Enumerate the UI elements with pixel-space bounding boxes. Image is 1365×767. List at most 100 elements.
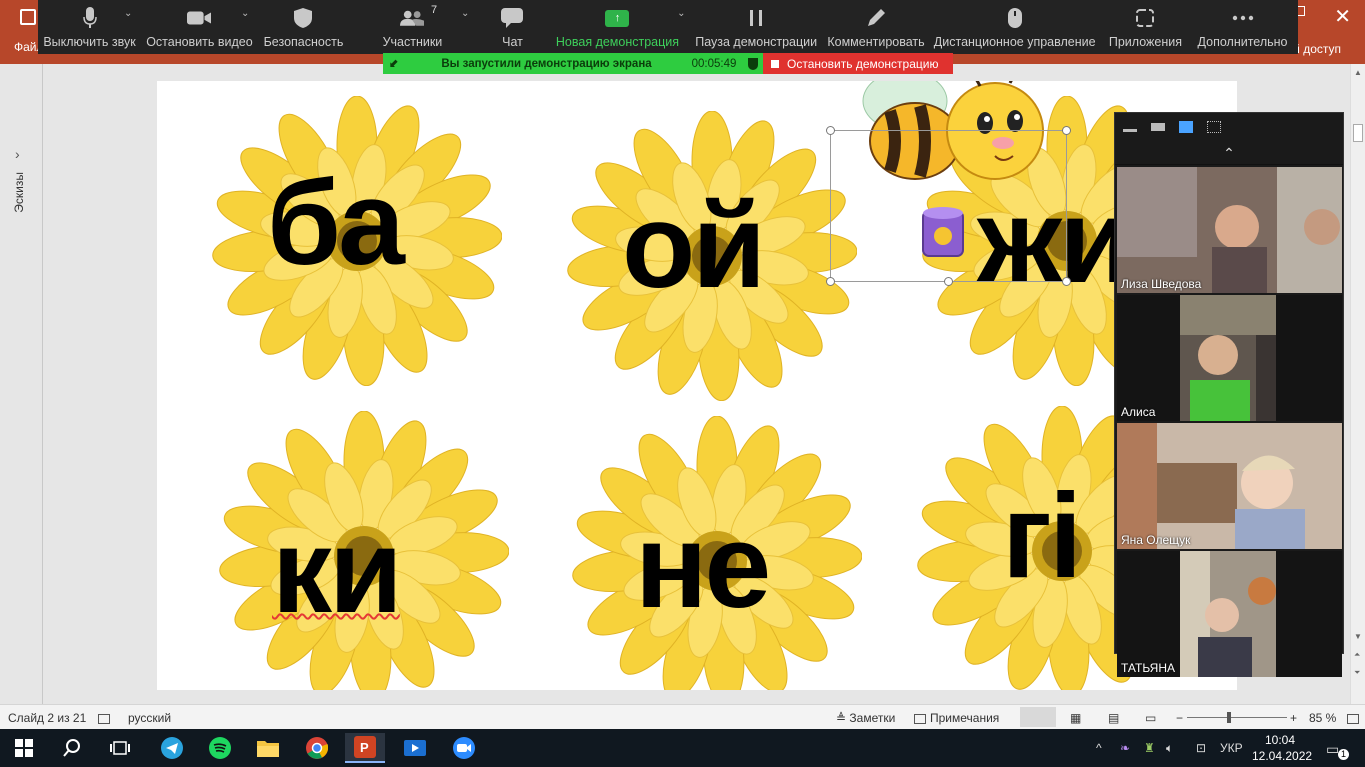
stop-video-button[interactable]: ⌄ Остановить видео xyxy=(141,0,258,54)
network-icon[interactable]: ⊡ xyxy=(1196,741,1206,755)
chevron-down-icon[interactable]: ⌄ xyxy=(124,8,132,19)
sharing-indicator[interactable]: ⬋ Вы запустили демонстрацию экрана 00:05… xyxy=(383,53,763,74)
new-share-label: Новая демонстрация xyxy=(555,35,680,49)
resize-handle[interactable] xyxy=(826,277,835,286)
svg-text:P: P xyxy=(360,740,369,755)
scroll-down-icon[interactable]: ▼ xyxy=(1354,632,1362,641)
chat-button[interactable]: Чат xyxy=(476,0,549,54)
chevron-down-icon[interactable]: ⌄ xyxy=(461,8,469,19)
input-language[interactable]: УКР xyxy=(1220,741,1243,755)
zoom-in-icon[interactable]: + xyxy=(1290,711,1297,725)
chat-label: Чат xyxy=(502,35,523,49)
video-camera-icon xyxy=(187,7,212,29)
security-label: Безопасность xyxy=(263,35,344,49)
syllable-text[interactable]: ки xyxy=(272,511,403,631)
language-indicator[interactable]: русский xyxy=(128,711,171,725)
scroll-up-icon[interactable]: ▲ xyxy=(1354,68,1362,77)
resize-handle[interactable] xyxy=(1062,277,1071,286)
participants-button[interactable]: 7 ⌄ Участники xyxy=(349,0,476,54)
zoom-taskbar-icon[interactable] xyxy=(444,733,484,763)
video-view-switcher xyxy=(1115,113,1343,141)
minimize-video-icon[interactable] xyxy=(1123,128,1137,132)
file-explorer-icon[interactable] xyxy=(248,733,288,763)
feather-app-icon[interactable]: ❧ xyxy=(1120,741,1130,755)
zoom-out-icon[interactable]: − xyxy=(1176,711,1183,725)
selection-box xyxy=(826,126,1071,286)
tray-app-icon[interactable]: ♜ xyxy=(1144,741,1155,755)
volume-icon[interactable]: 🔈︎ xyxy=(1166,741,1173,756)
slide-sorter-icon[interactable]: ▦ xyxy=(1070,711,1081,725)
spotify-icon[interactable] xyxy=(200,733,240,763)
participant-tile[interactable]: ТАТЬЯНА xyxy=(1117,551,1342,677)
reading-view-icon[interactable]: ▤ xyxy=(1108,711,1119,725)
expand-thumbnails-icon[interactable]: › xyxy=(15,146,20,162)
participants-count: 7 xyxy=(431,4,438,16)
stop-share-button[interactable]: Остановить демонстрацию xyxy=(763,53,953,74)
participants-icon xyxy=(400,7,425,29)
shield-icon xyxy=(748,57,758,70)
syllable-text[interactable]: гі xyxy=(1002,476,1082,596)
mute-label: Выключить звук xyxy=(43,35,136,49)
gallery-strip-icon[interactable] xyxy=(1179,121,1193,133)
annotate-button[interactable]: Комментировать xyxy=(826,0,925,54)
vertical-scrollbar[interactable]: ▲ ▼ ⏶ ⏷ xyxy=(1350,64,1365,704)
resize-handle[interactable] xyxy=(1062,126,1071,135)
resize-handle[interactable] xyxy=(826,126,835,135)
normal-view-button[interactable] xyxy=(1020,707,1056,727)
mute-button[interactable]: ⌄ Выключить звук xyxy=(38,0,141,54)
syllable-text[interactable]: не xyxy=(635,506,771,626)
notification-count: 1 xyxy=(1338,749,1349,760)
search-icon[interactable] xyxy=(52,733,92,763)
comments-button[interactable]: Примечания xyxy=(914,711,999,725)
participant-tile[interactable]: Яна Олещук xyxy=(1117,423,1342,549)
accessibility-icon[interactable] xyxy=(98,711,114,725)
slideshow-icon[interactable]: ▭ xyxy=(1145,711,1156,725)
participants-label: Участники xyxy=(382,35,443,49)
gallery-grid-icon[interactable] xyxy=(1207,121,1221,133)
syllable-text[interactable]: ой xyxy=(622,186,766,306)
syllable-text[interactable]: ба xyxy=(267,163,405,283)
participant-tile[interactable]: Алиса xyxy=(1117,295,1342,421)
chevron-down-icon[interactable]: ⌄ xyxy=(677,8,685,19)
scroll-thumb[interactable] xyxy=(1353,124,1363,142)
save-icon[interactable] xyxy=(20,9,36,25)
fit-to-window-icon[interactable] xyxy=(1347,711,1363,725)
chevron-down-icon[interactable]: ⌄ xyxy=(241,8,249,19)
resize-handle[interactable] xyxy=(944,277,953,286)
participant-tile[interactable]: Лиза Шведова xyxy=(1117,167,1342,293)
scroll-up-chevron-icon[interactable]: ⌃ xyxy=(1115,141,1343,165)
video-panel: ⌃ Лиза Шведова Алиса Яна Олещук ТАТЬЯНА xyxy=(1114,112,1344,677)
close-window-icon[interactable]: ✕ xyxy=(1334,4,1351,29)
microphone-icon xyxy=(78,7,102,29)
apps-button[interactable]: Приложения xyxy=(1104,0,1187,54)
zoom-level[interactable]: 85 % xyxy=(1309,711,1336,725)
slide-canvas[interactable]: ба ой жи ки не гі xyxy=(157,81,1237,690)
participant-video xyxy=(1117,167,1342,293)
thumbnails-label[interactable]: Эскизы xyxy=(12,172,26,213)
chrome-icon[interactable] xyxy=(297,733,337,763)
active-speaker-icon[interactable] xyxy=(1151,123,1165,131)
powerpoint-status-bar: Слайд 2 из 21 русский ≜ Заметки Примечан… xyxy=(0,704,1365,729)
tray-expand-icon[interactable]: ^ xyxy=(1096,741,1102,755)
powerpoint-taskbar-icon[interactable]: P xyxy=(345,733,385,763)
pencil-icon xyxy=(864,7,888,29)
new-share-button[interactable]: ↑ ⌄ Новая демонстрация xyxy=(549,0,686,54)
thumbnails-pane: › Эскизы xyxy=(0,64,43,704)
comment-icon xyxy=(914,713,926,724)
clock[interactable]: 10:04 12.04.2022 xyxy=(1252,732,1312,764)
telegram-icon[interactable] xyxy=(152,733,192,763)
notes-button[interactable]: ≜ Заметки xyxy=(836,711,895,725)
remote-control-button[interactable]: Дистанционное управление xyxy=(926,0,1104,54)
next-slide-icon[interactable]: ⏷ xyxy=(1354,668,1360,678)
more-button[interactable]: Дополнительно xyxy=(1187,0,1298,54)
share-button[interactable]: й доступ xyxy=(1293,42,1341,56)
prev-slide-icon[interactable]: ⏶ xyxy=(1354,650,1360,660)
windows-start-icon[interactable] xyxy=(4,733,44,763)
clock-time: 10:04 xyxy=(1264,733,1296,747)
task-view-icon[interactable] xyxy=(100,733,140,763)
zoom-slider-knob[interactable] xyxy=(1227,712,1231,723)
media-player-icon[interactable] xyxy=(395,733,435,763)
zoom-slider[interactable] xyxy=(1187,712,1287,723)
security-button[interactable]: Безопасность xyxy=(258,0,349,54)
pause-share-button[interactable]: Пауза демонстрации xyxy=(686,0,827,54)
